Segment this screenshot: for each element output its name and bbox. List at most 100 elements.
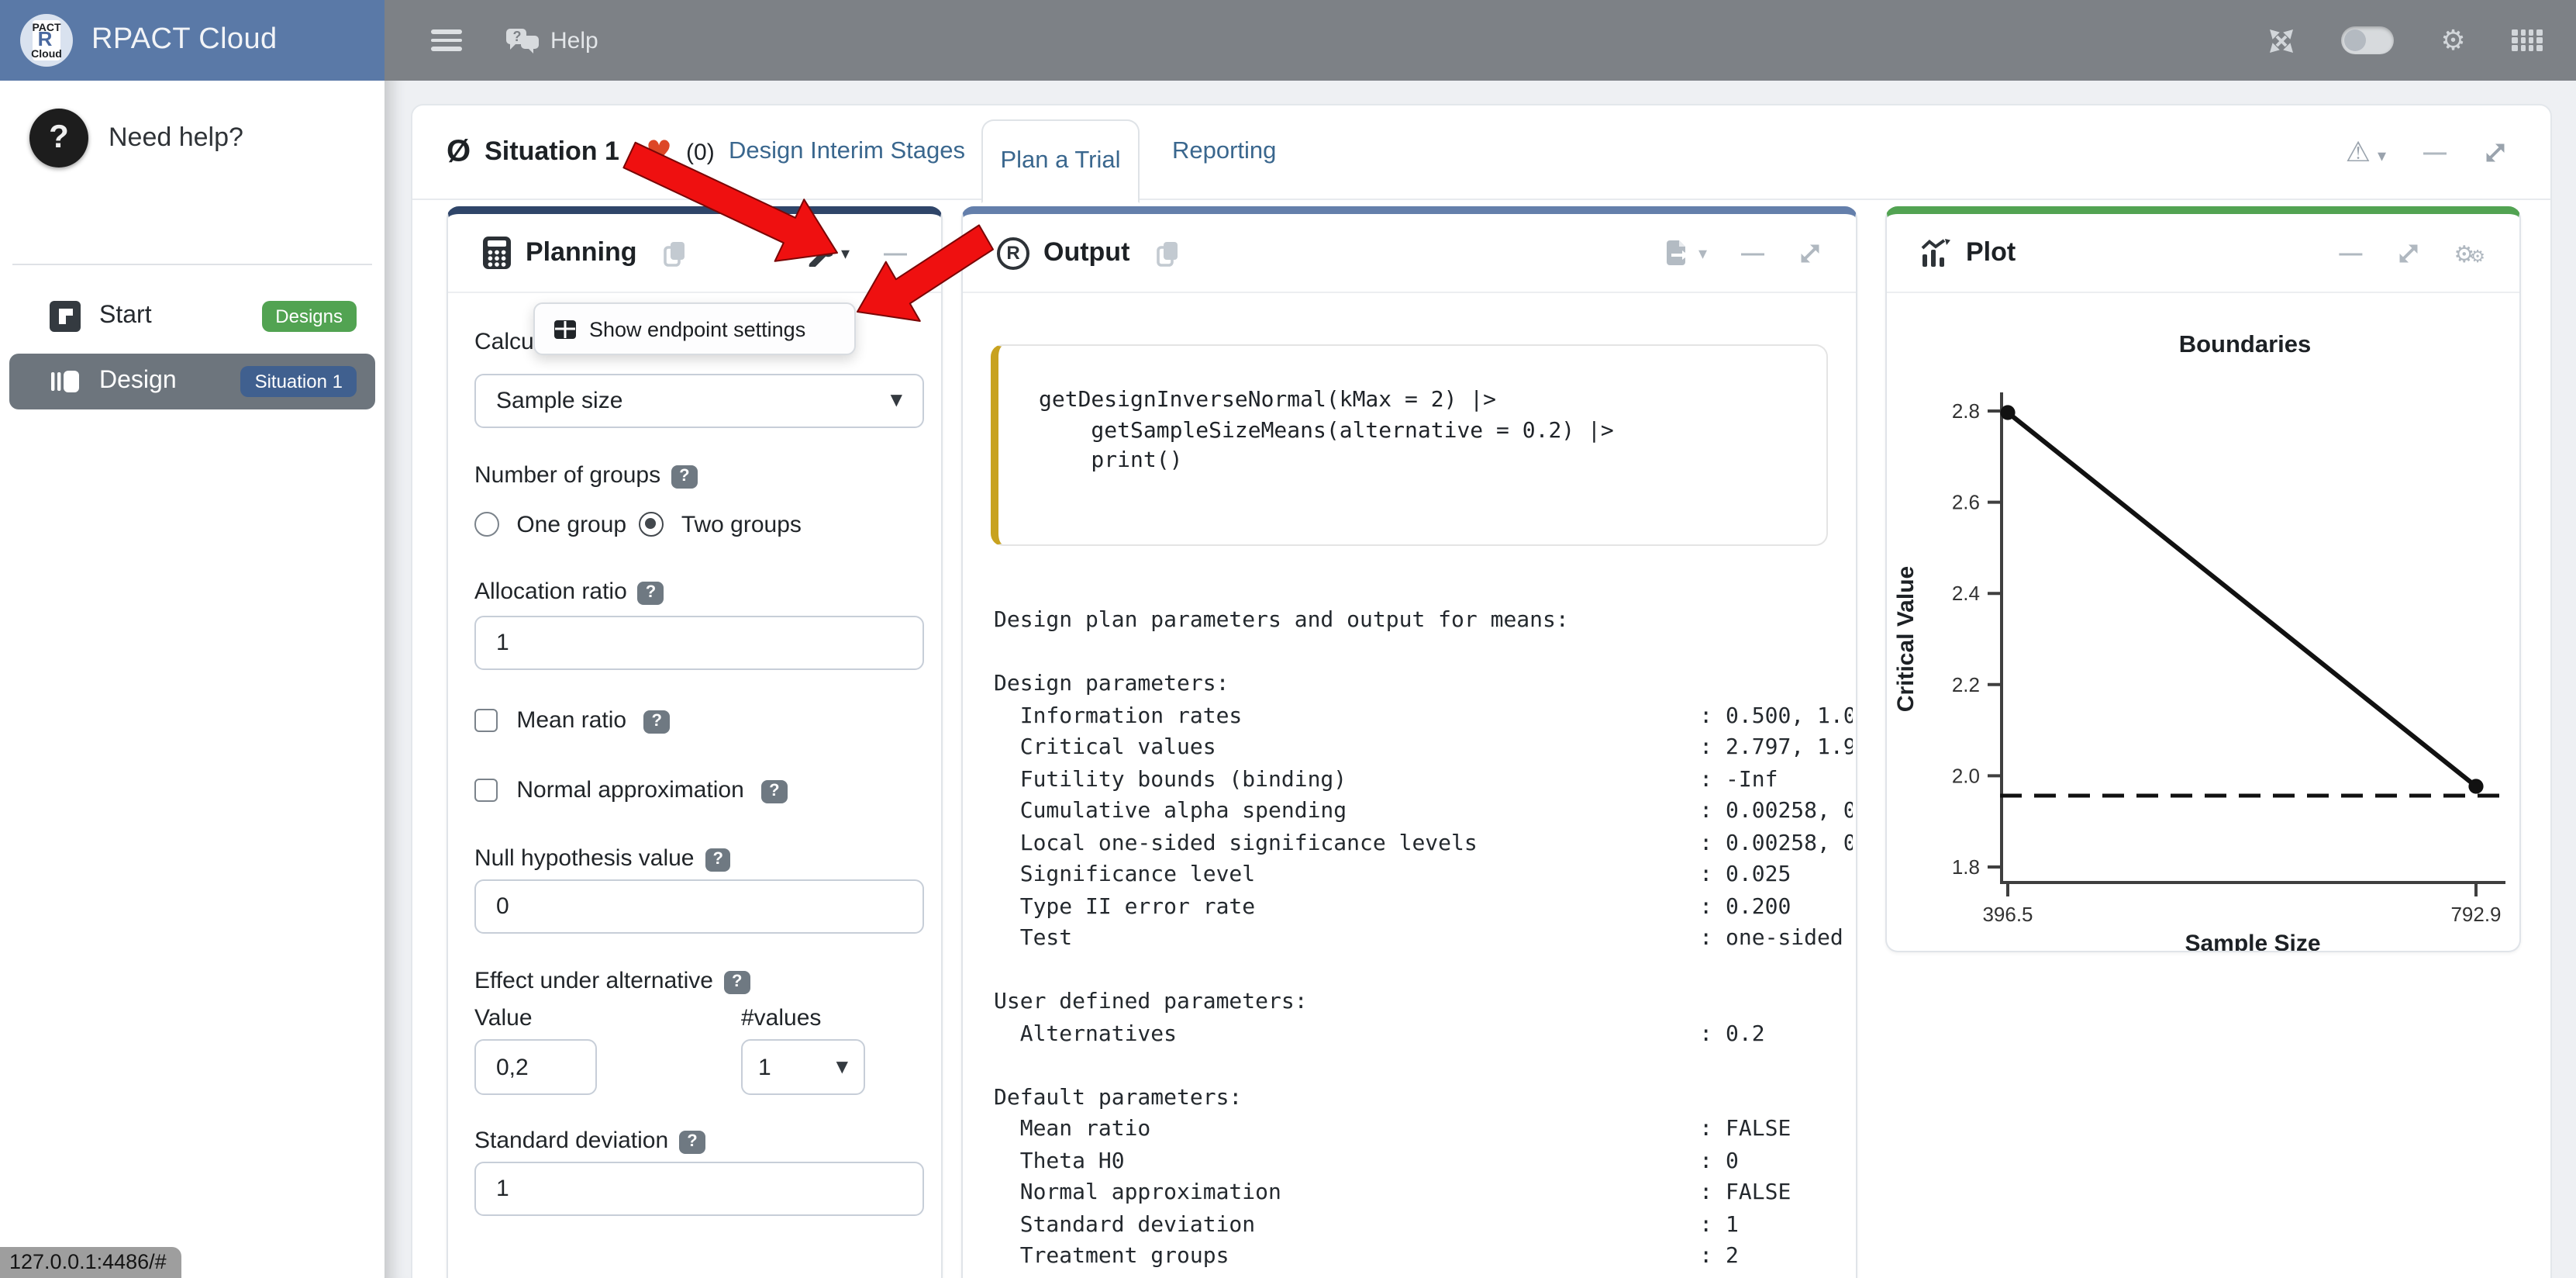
r-console-output: Design plan parameters and output for me… — [994, 605, 1853, 1273]
chart-icon — [1921, 238, 1952, 268]
caret-down-icon: ▾ — [2378, 145, 2386, 165]
warning-icon: ⚠ — [2346, 136, 2371, 168]
normal-approximation-checkbox[interactable] — [474, 778, 498, 801]
mean-ratio-row: Mean ratio ? — [474, 707, 670, 734]
collapse-plot-button[interactable]: — — [2339, 240, 2362, 266]
data-point — [2000, 405, 2015, 420]
export-dropdown[interactable]: ▾ — [1666, 239, 1707, 267]
browser-status-url: 127.0.0.1:4486/# — [0, 1246, 182, 1277]
help-button[interactable]: ? Help — [505, 27, 598, 54]
tools-dropdown[interactable]: ▾ — [807, 240, 850, 266]
standard-deviation-input[interactable] — [474, 1162, 924, 1216]
help-bubble-icon: ? — [505, 27, 540, 54]
radio-two-groups[interactable] — [639, 512, 664, 537]
apps-grid-icon[interactable] — [2512, 29, 2542, 51]
help-icon[interactable]: ? — [638, 582, 664, 605]
sidebar-item-design[interactable]: Design Situation 1 — [9, 354, 375, 409]
copy-icon[interactable] — [664, 240, 687, 266]
mean-ratio-checkbox[interactable] — [474, 708, 498, 731]
output-panel: R Output — [961, 206, 1857, 1277]
expand-output-icon[interactable] — [1798, 241, 1822, 264]
plot-panel: Plot — ⚙⚙ Boundaries — [1885, 206, 2521, 952]
caret-down-icon: ▾ — [841, 243, 850, 263]
help-icon[interactable]: ? — [761, 780, 787, 803]
hamburger-menu-icon[interactable] — [431, 29, 462, 51]
help-icon[interactable]: ? — [671, 465, 697, 489]
x-tick-label: 396.5 — [1982, 903, 2033, 926]
normal-approximation-row: Normal approximation ? — [474, 777, 788, 803]
planning-panel-header: Planning ▾ — — [448, 214, 941, 293]
copy-icon[interactable] — [1156, 240, 1179, 266]
expand-workspace-icon[interactable] — [2484, 140, 2507, 164]
y-tick-marks — [1988, 411, 2002, 867]
wrench-icon — [807, 240, 833, 266]
boundaries-chart: Boundaries 2.8 2.6 2.4 2.2 2.0 — [1888, 293, 2521, 952]
start-icon — [50, 301, 81, 332]
svg-text:2.2: 2.2 — [1952, 673, 1980, 696]
file-export-icon — [1666, 239, 1691, 267]
warnings-dropdown[interactable]: ⚠ ▾ — [2346, 136, 2386, 168]
svg-text:1.8: 1.8 — [1952, 855, 1980, 879]
radio-label: Two groups — [681, 512, 802, 538]
workspace-actions: ⚠ ▾ — — [2346, 105, 2507, 199]
num-values-select[interactable]: 1 ▼ — [741, 1039, 865, 1095]
svg-text:Cloud: Cloud — [31, 47, 62, 60]
calculation-target-value: Sample size — [496, 388, 622, 414]
calculator-icon — [482, 236, 512, 270]
null-hypothesis-input[interactable] — [474, 879, 924, 934]
calculation-target-select[interactable]: Sample size ▼ — [474, 374, 924, 428]
need-help-label: Need help? — [109, 123, 243, 154]
num-values-value: 1 — [758, 1054, 771, 1080]
collapse-planning-button[interactable]: — — [884, 240, 907, 266]
tab-design-interim-stages[interactable]: Design Interim Stages — [729, 105, 965, 199]
allocation-ratio-input[interactable] — [474, 616, 924, 670]
caret-down-icon: ▾ — [1698, 243, 1707, 263]
collapse-workspace-button[interactable]: — — [2423, 139, 2447, 165]
favorite-count: (0) — [686, 139, 715, 165]
favorite-heart-icon[interactable]: ♥ — [646, 135, 672, 169]
x-tick-marks — [2008, 883, 2476, 896]
table-icon — [553, 319, 577, 339]
svg-text:?: ? — [513, 28, 522, 43]
fullscreen-icon[interactable] — [2268, 27, 2295, 54]
brand-area: PACT R Cloud RPACT Cloud — [0, 0, 385, 81]
help-icon[interactable]: ? — [679, 1131, 705, 1154]
output-panel-header: R Output — [963, 214, 1856, 293]
need-help-link[interactable]: ? Need help? — [0, 102, 385, 214]
null-hypothesis-label: Null hypothesis value? — [474, 845, 731, 872]
tab-plan-a-trial[interactable]: Plan a Trial — [981, 119, 1140, 203]
output-title: Output — [1043, 237, 1129, 268]
svg-text:2.6: 2.6 — [1952, 491, 1980, 514]
expand-plot-icon[interactable] — [2396, 241, 2419, 264]
r-language-icon: R — [997, 237, 1029, 269]
tab-reporting[interactable]: Reporting — [1172, 105, 1276, 199]
num-values-label: #values — [741, 1005, 821, 1031]
top-right-actions: ⚙ — [2268, 24, 2542, 57]
app-title: RPACT Cloud — [91, 23, 278, 57]
normal-approximation-label: Normal approximation — [516, 777, 743, 803]
effect-value-input[interactable] — [474, 1039, 597, 1095]
situation-badge: Situation 1 — [241, 366, 357, 397]
r-code-block: getDesignInverseNormal(kMax = 2) |> getS… — [991, 344, 1828, 546]
app-root: PACT R Cloud RPACT Cloud ? Help — [0, 0, 2576, 1277]
help-icon[interactable]: ? — [724, 971, 750, 994]
collapse-output-button[interactable]: — — [1741, 240, 1764, 266]
menu-item-show-endpoint-settings[interactable]: Show endpoint settings — [533, 302, 856, 355]
planning-title: Planning — [526, 237, 637, 268]
y-axis-label: Critical Value — [1893, 566, 1919, 712]
menu-item-label: Show endpoint settings — [589, 317, 805, 340]
tab-row: Ø Situation 1 ♥ (0) Design Interim Stage… — [412, 105, 2550, 200]
settings-gear-icon[interactable]: ⚙ — [2440, 24, 2465, 57]
sidebar-item-label: Start — [99, 302, 152, 330]
workspace-card: Ø Situation 1 ♥ (0) Design Interim Stage… — [411, 104, 2552, 1277]
help-icon[interactable]: ? — [705, 848, 731, 872]
theme-toggle[interactable] — [2341, 26, 2394, 54]
situation-header: Ø Situation 1 ♥ (0) — [447, 105, 715, 199]
help-icon[interactable]: ? — [643, 710, 669, 734]
plot-settings-gears-icon[interactable]: ⚙⚙ — [2454, 238, 2485, 268]
sidebar-item-start[interactable]: Start Designs — [9, 292, 375, 341]
help-label: Help — [550, 27, 598, 54]
radio-one-group[interactable] — [474, 512, 499, 537]
chart-title: Boundaries — [2179, 330, 2312, 357]
r-code-text: getDesignInverseNormal(kMax = 2) |> getS… — [998, 346, 1826, 517]
